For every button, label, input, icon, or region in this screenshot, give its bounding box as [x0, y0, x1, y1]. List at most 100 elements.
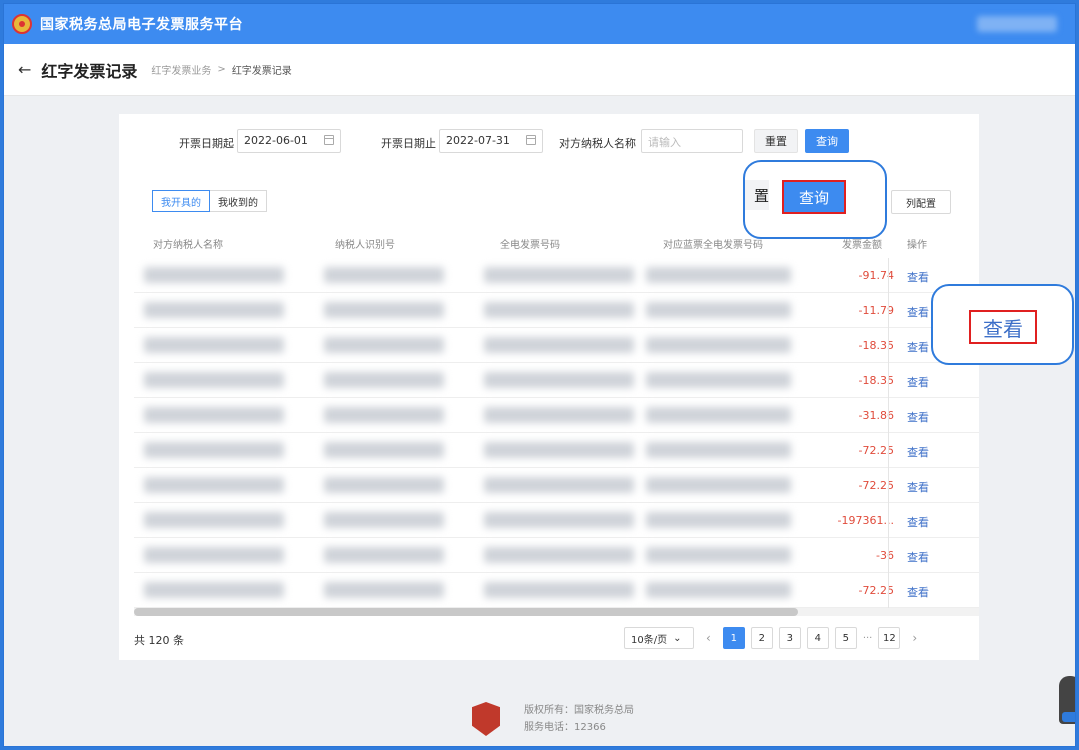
redacted-cell: [324, 547, 444, 563]
redacted-cell: [324, 442, 444, 458]
end-date-label: 开票日期止: [381, 137, 436, 150]
page-1-button[interactable]: 1: [722, 627, 745, 649]
redacted-cell: [144, 442, 284, 458]
redacted-cell: [324, 267, 444, 283]
page-header: ← 红字发票记录 红字发票业务 > 红字发票记录: [4, 44, 1075, 96]
direction-tabs: 我开具的 我收到的: [152, 190, 267, 212]
column-divider: [888, 433, 889, 468]
service-phone-text: 服务电话：12366: [524, 722, 606, 733]
view-link-magnified[interactable]: 查看: [969, 310, 1037, 344]
prev-page-icon[interactable]: ‹: [700, 631, 717, 645]
end-date-input[interactable]: 2022-07-31: [439, 129, 543, 153]
redacted-cell: [484, 407, 634, 423]
query-button[interactable]: 查询: [805, 129, 849, 153]
column-config-button[interactable]: 列配置: [891, 190, 951, 214]
page-2-button[interactable]: 2: [750, 627, 773, 649]
redacted-cell: [144, 477, 284, 493]
redacted-cell: [646, 302, 791, 318]
copyright-text: 版权所有：国家税务总局: [524, 705, 634, 716]
view-link[interactable]: 查看: [907, 409, 929, 425]
redacted-cell: [646, 407, 791, 423]
page-size-select[interactable]: 10条/页 ⌄: [624, 627, 694, 649]
pagination: 10条/页 ⌄ ‹ 1 2 3 4 5 ··· 12 ›: [624, 627, 923, 649]
table-row: -18.35 查看: [134, 363, 979, 398]
next-page-icon[interactable]: ›: [906, 631, 923, 645]
redacted-cell: [324, 512, 444, 528]
page-size-value: 10条/页: [631, 634, 668, 646]
tax-emblem-icon: [12, 14, 32, 34]
page-5-button[interactable]: 5: [834, 627, 857, 649]
start-date-input[interactable]: 2022-06-01: [237, 129, 341, 153]
reset-button-fragment: 置: [745, 180, 769, 210]
counterparty-name-input[interactable]: 请输入: [641, 129, 743, 153]
redacted-cell: [646, 337, 791, 353]
redacted-cell: [484, 512, 634, 528]
column-divider: [888, 573, 889, 608]
table-row: -72.25 查看: [134, 573, 979, 608]
scrollbar-thumb[interactable]: [134, 608, 798, 616]
redacted-cell: [484, 547, 634, 563]
redacted-cell: [646, 372, 791, 388]
calendar-icon: [526, 135, 536, 145]
horizontal-scrollbar[interactable]: [134, 608, 979, 616]
col-counterparty-name: 对方纳税人名称: [153, 240, 223, 251]
redacted-cell: [324, 407, 444, 423]
redacted-cell: [484, 302, 634, 318]
table-row: -18.35 查看: [134, 328, 979, 363]
view-link[interactable]: 查看: [907, 444, 929, 460]
redacted-cell: [144, 407, 284, 423]
redacted-cell: [646, 512, 791, 528]
view-link[interactable]: 查看: [907, 514, 929, 530]
redacted-cell: [324, 477, 444, 493]
reset-button[interactable]: 重置: [754, 129, 798, 153]
filter-bar: 开票日期起 2022-06-01 开票日期止 2022-07-31 对方纳税人名…: [119, 129, 979, 155]
app-window: 国家税务总局电子发票服务平台 ← 红字发票记录 红字发票业务 > 红字发票记录 …: [3, 3, 1076, 747]
back-arrow-icon[interactable]: ←: [18, 60, 31, 79]
view-link[interactable]: 查看: [907, 269, 929, 285]
footer-info: 版权所有：国家税务总局 服务电话：12366: [524, 702, 634, 736]
column-divider: [888, 328, 889, 363]
redacted-cell: [144, 547, 284, 563]
table-row: -197361... 查看: [134, 503, 979, 538]
breadcrumb-item-red-invoice-business[interactable]: 红字发票业务: [151, 62, 211, 77]
platform-title: 国家税务总局电子发票服务平台: [40, 17, 243, 33]
more-pages-icon[interactable]: ···: [863, 633, 873, 644]
column-divider: [888, 363, 889, 398]
counterparty-name-placeholder: 请输入: [648, 136, 681, 149]
col-actions: 操作: [907, 240, 927, 251]
view-link[interactable]: 查看: [907, 549, 929, 565]
view-link[interactable]: 查看: [907, 304, 929, 320]
view-link[interactable]: 查看: [907, 584, 929, 600]
tax-badge-icon: [472, 702, 500, 736]
redacted-cell: [324, 302, 444, 318]
col-taxpayer-id: 纳税人识别号: [335, 240, 395, 251]
tab-issued[interactable]: 我开具的: [152, 190, 210, 212]
redacted-cell: [646, 267, 791, 283]
table-body: -91.74 查看 -11.79 查看 -18.35 查看 -18.35 查看 -31.86 查看…: [134, 258, 979, 608]
redacted-cell: [484, 442, 634, 458]
query-callout: 置 查询: [743, 160, 887, 239]
assistant-mascot-icon[interactable]: [1059, 676, 1075, 724]
column-divider: [888, 293, 889, 328]
redacted-cell: [144, 337, 284, 353]
table-row: -36 查看: [134, 538, 979, 573]
page-3-button[interactable]: 3: [778, 627, 801, 649]
redacted-cell: [484, 267, 634, 283]
tab-received[interactable]: 我收到的: [210, 190, 267, 212]
view-link[interactable]: 查看: [907, 339, 929, 355]
calendar-icon: [324, 135, 334, 145]
redacted-cell: [144, 582, 284, 598]
view-link[interactable]: 查看: [907, 479, 929, 495]
table-row: -31.86 查看: [134, 398, 979, 433]
table-row: -72.25 查看: [134, 468, 979, 503]
view-link[interactable]: 查看: [907, 374, 929, 390]
total-count: 共 120 条: [134, 634, 184, 647]
footer: 版权所有：国家税务总局 服务电话：12366: [472, 702, 634, 736]
col-blue-invoice-number: 对应蓝票全电发票号码: [663, 240, 763, 251]
query-button-magnified[interactable]: 查询: [782, 180, 846, 214]
top-banner: 国家税务总局电子发票服务平台: [4, 4, 1075, 44]
column-divider: [888, 398, 889, 433]
page-4-button[interactable]: 4: [806, 627, 829, 649]
start-date-value: 2022-06-01: [244, 134, 308, 147]
page-12-button[interactable]: 12: [878, 627, 901, 649]
